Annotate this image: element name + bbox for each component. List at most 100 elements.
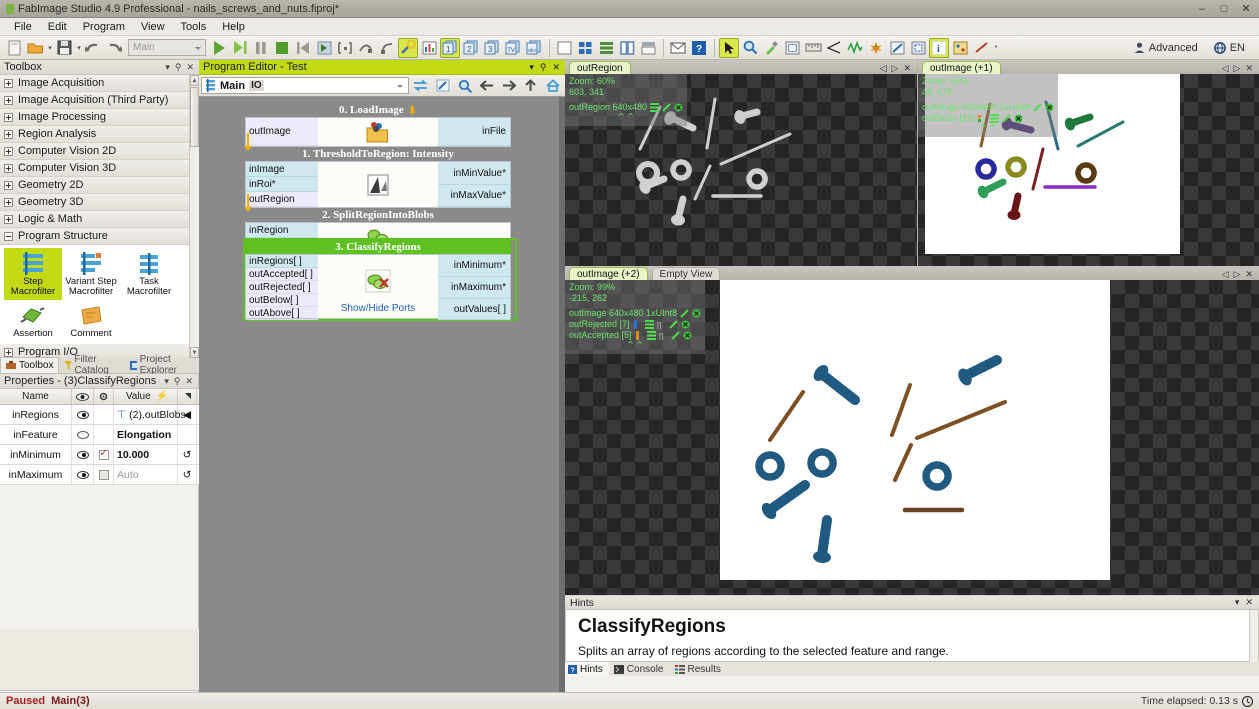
forward-arrow-icon[interactable] (498, 76, 519, 95)
new-file-icon[interactable] (4, 38, 24, 58)
view-tab-outregion[interactable]: outRegion (569, 61, 631, 74)
pencil-icon[interactable] (680, 309, 689, 318)
list-icon[interactable] (650, 103, 660, 112)
minimize-button[interactable]: – (1191, 1, 1213, 17)
toolbox-menu-icon[interactable]: ▾ (165, 62, 170, 73)
mail-icon[interactable] (668, 38, 688, 58)
collapse-overlay-icon[interactable]: ⌃⌃ (922, 124, 1054, 135)
expander-icon[interactable] (4, 214, 13, 224)
table-row[interactable]: inRegions ⊤ (2).outBlobs ◀ (0, 405, 199, 425)
toolbar-overflow-icon[interactable]: • (992, 38, 1000, 58)
open-dropdown-icon[interactable]: ▾ (46, 38, 54, 58)
step-breakpoint-icon[interactable]: ⬇ (408, 104, 417, 117)
toolbox-item-assertion[interactable]: Assertion (4, 300, 62, 342)
prev-icon[interactable] (293, 38, 313, 58)
step-0-loadimage[interactable]: 0. LoadImage ⬇ outImage inFile (245, 103, 511, 147)
window-single-icon[interactable] (554, 38, 574, 58)
back-arrow-icon[interactable] (476, 76, 497, 95)
blue-swatch-icon[interactable] (633, 320, 642, 329)
macrofilter-combo[interactable]: Main (128, 39, 206, 56)
up-arrow-icon[interactable] (520, 76, 541, 95)
port-outImage[interactable]: outImage (246, 118, 318, 146)
toolbox-group-image-acquisition-third-party[interactable]: Image Acquisition (Third Party) (0, 92, 189, 109)
maximize-button[interactable]: □ (1213, 1, 1235, 17)
port-inMinimum[interactable]: inMinimum* (438, 255, 510, 277)
swap-icon[interactable] (410, 76, 431, 95)
visibility-toggle[interactable] (72, 445, 94, 464)
pointer-icon[interactable] (719, 37, 739, 58)
pencil-icon[interactable] (668, 320, 678, 329)
run-step-icon[interactable] (230, 38, 250, 58)
port-inRegions[interactable]: inRegions[ ] (246, 255, 318, 268)
view-close-icon[interactable]: ✕ (903, 63, 911, 74)
dock-tab-project-explorer[interactable]: Project Explorer (125, 354, 199, 376)
tab-results[interactable]: Results (672, 662, 727, 676)
view-out-region[interactable]: outRegion ◁ ▷ ✕ Zoom: 60% 603, 341 outRe… (565, 60, 917, 266)
iterate-icon[interactable] (335, 38, 355, 58)
magnifier-icon[interactable] (740, 38, 760, 58)
view-prev-icon[interactable]: ◁ (1222, 63, 1229, 74)
help-icon[interactable]: ? (689, 38, 709, 58)
dock-tab-toolbox[interactable]: Toolbox (0, 357, 60, 373)
tab-console[interactable]: Console (611, 662, 670, 676)
port-inMaximum[interactable]: inMaximum* (438, 277, 510, 299)
user-mode-button[interactable]: Advanced (1128, 42, 1204, 54)
toolbox-item-step-macrofilter[interactable]: Step Macrofilter (4, 248, 62, 300)
view-canvas[interactable]: Zoom: 60% 48, 478 outImage 640x480 1xUIn… (918, 74, 1259, 266)
property-value[interactable]: Auto (114, 465, 178, 484)
port-outRegion[interactable]: outRegion (246, 192, 318, 207)
view-tab-empty-view[interactable]: Empty View (651, 267, 721, 280)
properties-close-icon[interactable]: ✕ (185, 376, 193, 387)
expander-icon[interactable] (4, 347, 13, 357)
view-film-icon[interactable]: abc (524, 38, 544, 58)
show-hide-ports-link[interactable]: Show/Hide Ports (341, 303, 415, 314)
view-prev-icon[interactable]: ◁ (880, 63, 887, 74)
toolbox-item-variant-step-macrofilter[interactable]: Variant Step Macrofilter (62, 248, 120, 300)
view-2-icon[interactable]: 2 (461, 38, 481, 58)
expander-icon[interactable] (4, 146, 13, 156)
menu-view[interactable]: View (133, 20, 173, 34)
view-canvas[interactable]: Zoom: 60% 603, 341 outRegion 640x480 ⌃⌃ (565, 74, 917, 266)
view-3-icon[interactable]: 3 (482, 38, 502, 58)
toolbox-group-logic-math[interactable]: Logic & Math (0, 211, 189, 228)
tools-wrench-icon[interactable] (398, 37, 418, 58)
scroll-up-icon[interactable]: ▲ (190, 75, 199, 86)
menu-program[interactable]: Program (75, 20, 133, 34)
save-dropdown-icon[interactable]: ▾ (75, 38, 83, 58)
stop-icon[interactable] (272, 38, 292, 58)
toolbox-group-geometry-3d[interactable]: Geometry 3D (0, 194, 189, 211)
zoom-icon[interactable] (454, 76, 475, 95)
view-canvas[interactable]: Zoom: 99% -215, 262 outImage 640x480 1xU… (565, 280, 1259, 595)
close-circle-icon[interactable] (692, 309, 701, 318)
checkbox-icon[interactable] (98, 448, 109, 460)
view-prev-icon[interactable]: ◁ (1222, 269, 1229, 280)
row-action-icon[interactable]: ◀ (178, 405, 197, 424)
step-over-icon[interactable] (356, 38, 376, 58)
toolbox-group-program-structure[interactable]: Program Structure (0, 228, 189, 245)
port-inRoi[interactable]: inRoi* (246, 177, 318, 192)
swatch-icon[interactable] (977, 114, 987, 123)
view-next-icon[interactable]: ▷ (1234, 63, 1241, 74)
col-gear-icon[interactable] (94, 389, 114, 404)
pipette-icon[interactable] (761, 38, 781, 58)
redo-icon[interactable] (104, 38, 124, 58)
toolbox-group-geometry-2d[interactable]: Geometry 2D (0, 177, 189, 194)
toolbox-item-comment[interactable]: Comment (62, 300, 120, 342)
close-button[interactable]: ✕ (1235, 1, 1257, 17)
view-out-image-plus1[interactable]: outImage (+1) ◁ ▷ ✕ Zoom: 60% 48, 478 ou… (918, 60, 1259, 266)
menu-help[interactable]: Help (214, 20, 253, 34)
scrollbar-thumb[interactable] (190, 87, 199, 147)
view-close-icon[interactable]: ✕ (1245, 269, 1253, 280)
port-inRegion[interactable]: inRegion (246, 223, 318, 238)
view-tab-outimage-plus2[interactable]: outImage (+2) (569, 267, 648, 280)
hints-menu-icon[interactable]: ▾ (1235, 597, 1240, 608)
port-inMinValue[interactable]: inMinValue* (438, 162, 510, 185)
table-row[interactable]: inFeature Elongation (0, 425, 199, 445)
port-outBelow[interactable]: outBelow[ ] (246, 294, 318, 307)
list-icon[interactable] (644, 320, 654, 329)
info-icon[interactable]: i (929, 37, 949, 58)
layer-row[interactable]: outImage 640x480 1xUInt8 (569, 308, 701, 319)
toolbox-group-computer-vision-2d[interactable]: Computer Vision 2D (0, 143, 189, 160)
hints-scrollbar[interactable] (1249, 610, 1258, 662)
expander-icon[interactable] (4, 197, 13, 207)
